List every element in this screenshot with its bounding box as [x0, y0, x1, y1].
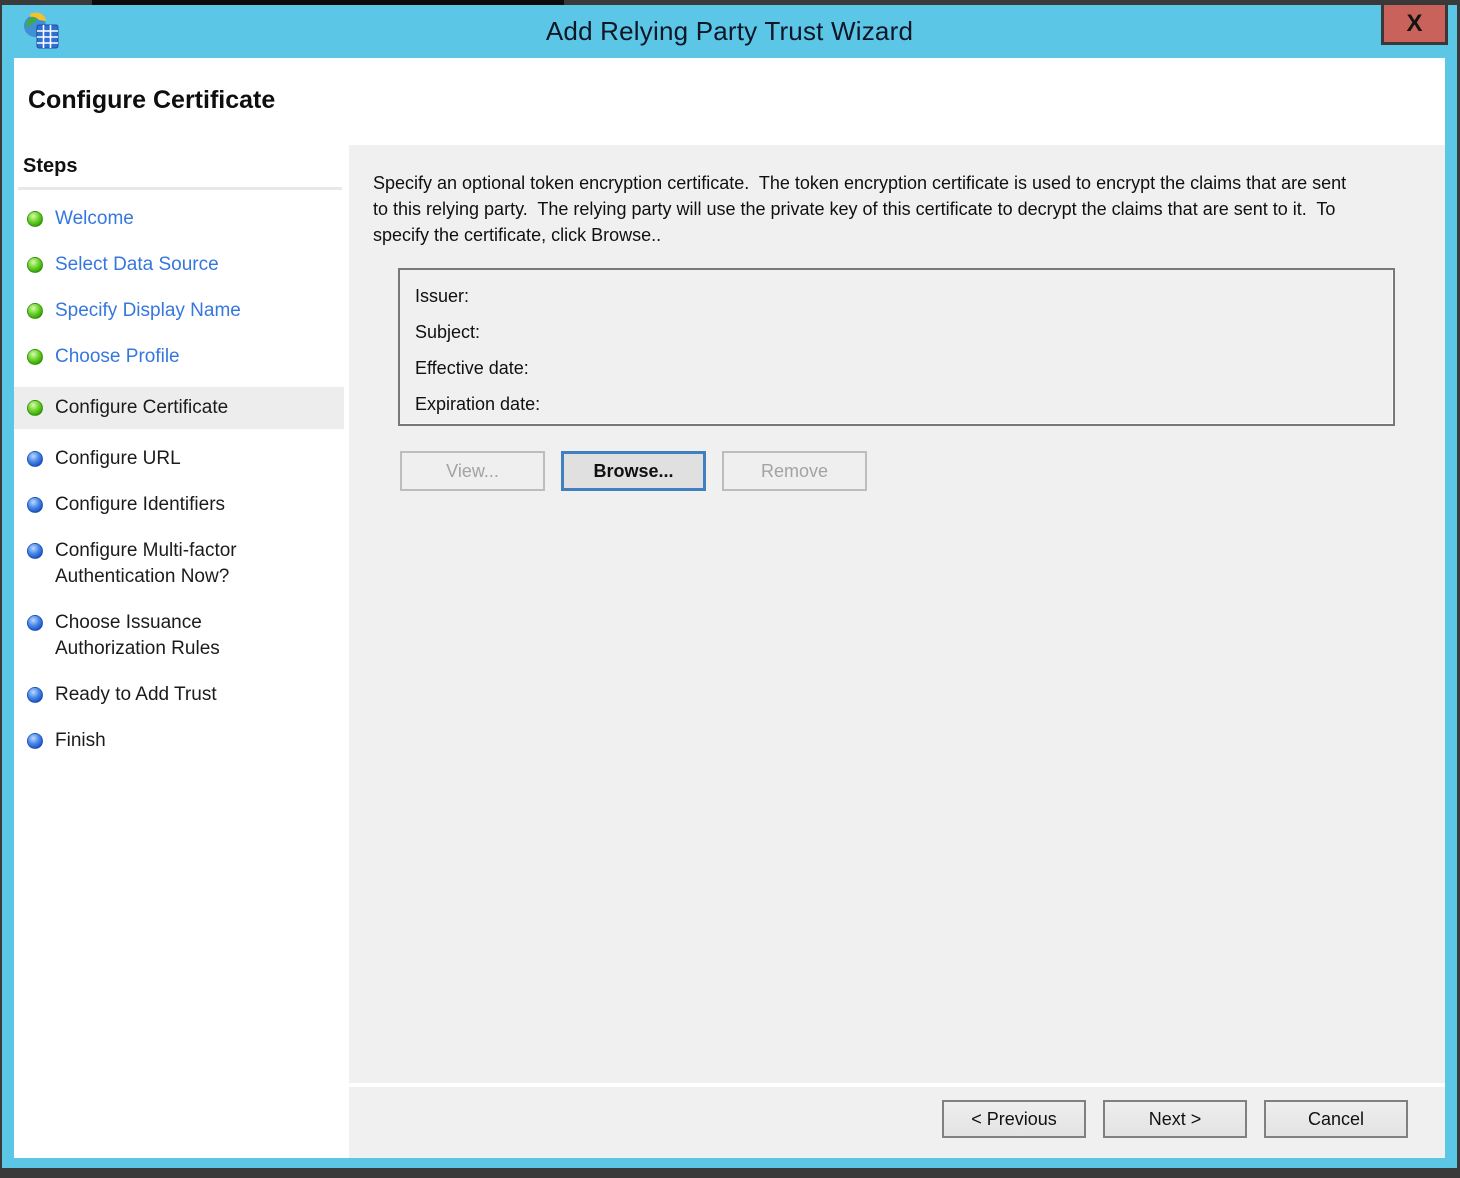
- step-status-icon: [27, 497, 43, 513]
- field-label: Subject:: [415, 322, 481, 342]
- steps-heading: Steps: [23, 155, 78, 177]
- step-configure-mfa: Configure Multi-factor Authentication No…: [14, 535, 344, 593]
- step-configure-url: Configure URL: [14, 443, 344, 475]
- step-welcome[interactable]: Welcome: [14, 203, 344, 235]
- step-label: Specify Display Name: [55, 300, 241, 321]
- wizard-dialog: Add Relying Party Trust Wizard X Configu…: [2, 2, 1457, 1168]
- step-status-icon: [27, 543, 43, 559]
- step-label: Choose Profile: [55, 346, 180, 367]
- step-choose-profile[interactable]: Choose Profile: [14, 341, 344, 373]
- step-label: Configure Identifiers: [55, 494, 226, 515]
- previous-button[interactable]: < Previous: [942, 1100, 1086, 1138]
- step-status-icon: [27, 733, 43, 749]
- step-select-data-source[interactable]: Select Data Source: [14, 249, 344, 281]
- field-label: Expiration date:: [415, 394, 541, 414]
- step-label: Ready to Add Trust: [55, 684, 217, 705]
- step-label: Configure URL: [55, 448, 181, 469]
- step-label: Welcome: [55, 208, 134, 229]
- step-label: Configure Certificate: [55, 397, 229, 418]
- step-ready-to-add-trust: Ready to Add Trust: [14, 679, 344, 711]
- step-status-icon: [27, 451, 43, 467]
- steps-sidebar: Steps Welcome Select Data Source Specify…: [14, 145, 344, 1158]
- certificate-actions: View... Browse... Remove: [400, 451, 867, 491]
- title-bar: Add Relying Party Trust Wizard: [2, 5, 1457, 58]
- certificate-field-issuer: Issuer:: [415, 278, 1393, 314]
- certificate-field-expiration-date: Expiration date:: [415, 386, 1393, 422]
- next-button[interactable]: Next >: [1103, 1100, 1247, 1138]
- step-label: Select Data Source: [55, 254, 219, 275]
- window-title: Add Relying Party Trust Wizard: [545, 16, 914, 46]
- certificate-details-panel: Issuer: Subject: Effective date: Expirat…: [398, 268, 1395, 426]
- step-label: Configure Multi-factor Authentication No…: [55, 540, 237, 587]
- field-label: Issuer:: [415, 286, 470, 306]
- step-finish: Finish: [14, 725, 344, 757]
- cancel-button[interactable]: Cancel: [1264, 1100, 1408, 1138]
- page-title: Configure Certificate: [28, 86, 276, 114]
- close-button[interactable]: X: [1381, 2, 1448, 45]
- certificate-field-effective-date: Effective date:: [415, 350, 1393, 386]
- remove-button: Remove: [722, 451, 867, 491]
- field-label: Effective date:: [415, 358, 529, 378]
- view-button: View...: [400, 451, 545, 491]
- step-label: Choose Issuance Authorization Rules: [55, 612, 220, 659]
- main-panel: Specify an optional token encryption cer…: [349, 145, 1445, 1158]
- client-area: Configure Certificate Steps Welcome Sele…: [14, 58, 1445, 1158]
- step-specify-display-name[interactable]: Specify Display Name: [14, 295, 344, 327]
- step-status-icon: [27, 349, 43, 365]
- step-status-icon: [27, 615, 43, 631]
- browse-button[interactable]: Browse...: [561, 451, 706, 491]
- page-header: Configure Certificate: [14, 58, 1445, 145]
- steps-divider: [18, 187, 342, 190]
- step-configure-certificate: Configure Certificate: [14, 387, 344, 429]
- step-choose-issuance-rules: Choose Issuance Authorization Rules: [14, 607, 344, 665]
- step-status-icon: [27, 211, 43, 227]
- steps-list: Welcome Select Data Source Specify Displ…: [14, 203, 344, 771]
- step-status-icon: [27, 303, 43, 319]
- wizard-footer: < Previous Next > Cancel: [349, 1083, 1445, 1158]
- step-status-icon: [27, 257, 43, 273]
- certificate-field-subject: Subject:: [415, 314, 1393, 350]
- step-status-icon: [27, 687, 43, 703]
- step-status-icon: [27, 400, 43, 416]
- screen: Add Relying Party Trust Wizard X Configu…: [0, 0, 1460, 1178]
- step-configure-identifiers: Configure Identifiers: [14, 489, 344, 521]
- step-label: Finish: [55, 730, 106, 751]
- page-description: Specify an optional token encryption cer…: [373, 173, 1352, 245]
